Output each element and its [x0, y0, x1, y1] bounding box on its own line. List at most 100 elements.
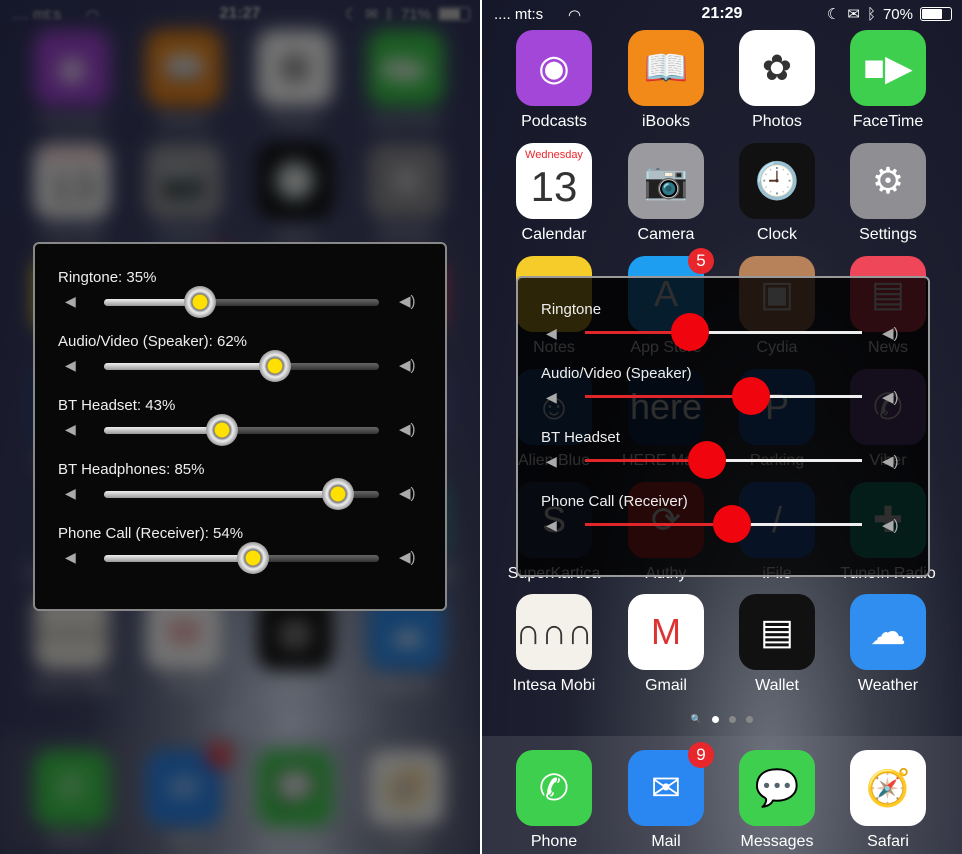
page-indicator[interactable]: 🔍	[0, 714, 480, 725]
ibooks-icon: 📖	[146, 30, 222, 106]
volume-slider[interactable]	[585, 505, 862, 543]
app-label: Mail	[169, 833, 199, 850]
slider-knob[interactable]	[236, 542, 269, 574]
app-phone[interactable]: ✆ Phone	[17, 750, 127, 851]
app-label: Clock	[756, 226, 797, 243]
app-gmail[interactable]: M Gmail	[611, 594, 721, 695]
icon-glyph: ■▶	[863, 47, 913, 88]
volume-slider[interactable]	[104, 542, 379, 574]
app-photos[interactable]: ✿ Photos	[722, 30, 832, 131]
app-facetime[interactable]: ■▶ FaceTime	[351, 30, 461, 131]
app-mail[interactable]: ✉ 9 Mail	[611, 742, 721, 851]
volume-slider[interactable]	[104, 478, 379, 510]
app-ibooks[interactable]: 📖 iBooks	[611, 30, 721, 131]
speaker-high-icon: ◀)	[882, 325, 899, 342]
icon-glyph: 🧭	[383, 767, 429, 808]
status-bar: .... mt:s ◠ 21:29 ☾ ✉ ᛒ 70%	[482, 0, 962, 28]
app-messages[interactable]: 💬 Messages	[722, 750, 832, 851]
app-weather[interactable]: ☁ Weather	[833, 594, 943, 695]
app-mail[interactable]: ✉ 9 Mail	[129, 742, 239, 851]
volume-label: BT Headset	[541, 429, 620, 446]
notification-badge: 9	[206, 742, 232, 768]
app-label: Weather	[375, 677, 437, 694]
slider-knob[interactable]	[206, 414, 239, 446]
volume-slider[interactable]	[104, 286, 379, 318]
notification-badge: 5	[688, 248, 714, 274]
app-label: Podcasts	[39, 113, 105, 130]
app-messages[interactable]: 💬 Messages	[240, 750, 350, 851]
volume-label: Audio/Video (Speaker)	[541, 365, 692, 382]
app-podcasts[interactable]: ◉ Podcasts	[499, 30, 609, 131]
app-wallet[interactable]: ▤ Wallet	[722, 594, 832, 695]
app-intesa-mobi[interactable]: ∩∩∩ Intesa Mobi	[499, 594, 609, 695]
app-camera[interactable]: 📷 Camera	[611, 143, 721, 244]
volume-slider[interactable]	[104, 414, 379, 446]
speaker-high-icon: ◀)	[399, 357, 416, 374]
slider-knob[interactable]	[321, 478, 354, 510]
app-safari[interactable]: 🧭 Safari	[351, 750, 461, 851]
mail-icon: ✉ 9	[628, 742, 714, 826]
icon-glyph: ▤	[759, 611, 794, 652]
dock: ✆ Phone ✉ 9 Mail 💬 Messages 🧭 Safari	[0, 736, 480, 854]
slider-knob[interactable]	[258, 350, 291, 382]
app-label: Settings	[859, 226, 917, 243]
app-label: iBooks	[641, 113, 691, 130]
volume-label: BT Headphones: 85%	[58, 461, 205, 478]
moon-icon: ☾	[826, 6, 841, 23]
camera-icon: 📷	[628, 143, 704, 219]
app-label: Gmail	[163, 677, 205, 694]
icon-glyph: ■▶	[381, 47, 431, 88]
slider-knob[interactable]	[687, 441, 726, 479]
app-settings[interactable]: ⚙ Settings	[351, 143, 461, 244]
slider-fill	[585, 523, 732, 526]
app-label: Messages	[258, 833, 332, 850]
app-clock[interactable]: 🕘 Clock	[722, 143, 832, 244]
icon-glyph: ✿	[761, 47, 793, 88]
app-safari[interactable]: 🧭 Safari	[833, 750, 943, 851]
wallet-icon: ▤	[739, 594, 815, 670]
app-ibooks[interactable]: 📖 iBooks	[129, 30, 239, 131]
weather-icon: ☁	[850, 594, 926, 670]
app-camera[interactable]: 📷 Camera	[129, 143, 239, 244]
volume-panel: Ringtone: 35% ◀ ◀) Audio/Video (Speaker): 6…	[33, 242, 447, 611]
app-photos[interactable]: ✿ Photos	[240, 30, 350, 131]
calendar-icon: 13 Wednesday	[516, 143, 592, 219]
slider-knob[interactable]	[671, 313, 710, 351]
volume-slider[interactable]	[104, 350, 379, 382]
slider-fill	[104, 363, 275, 370]
volume-slider[interactable]	[585, 377, 862, 415]
app-label: Gmail	[645, 677, 687, 694]
slider-knob[interactable]	[712, 505, 751, 543]
battery-icon	[438, 7, 470, 21]
slider-fill	[104, 555, 253, 562]
app-settings[interactable]: ⚙ Settings	[833, 143, 943, 244]
status-right: ☾ ✉ ᛒ 70%	[827, 5, 952, 23]
right-screen: ◉ Podcasts 📖 iBooks ✿ Photos ■▶ FaceTime 13 Wedne…	[482, 0, 962, 854]
status-bar: .... mt:s ◠ 21:27 ☾ ✉ ᛒ 71%	[0, 0, 480, 28]
battery-percent: 70%	[882, 5, 913, 23]
ibooks-icon: 📖	[628, 30, 704, 106]
icon-glyph: M	[651, 611, 681, 652]
safari-icon: 🧭	[850, 750, 926, 826]
icon-glyph: ✿	[279, 47, 311, 88]
app-phone[interactable]: ✆ Phone	[499, 750, 609, 851]
speaker-low-icon: ◀	[546, 517, 557, 533]
app-label: Phone	[530, 833, 578, 850]
app-calendar[interactable]: 13 Wednesday Calendar	[499, 143, 609, 244]
app-podcasts[interactable]: ◉ Podcasts	[17, 30, 127, 131]
settings-icon: ⚙	[850, 143, 926, 219]
slider-knob[interactable]	[184, 286, 217, 318]
speaker-high-icon: ◀)	[399, 485, 416, 502]
speaker-low-icon: ◀	[546, 453, 557, 469]
volume-slider[interactable]	[585, 441, 862, 479]
app-facetime[interactable]: ■▶ FaceTime	[833, 30, 943, 131]
app-label: Wallet	[755, 677, 799, 694]
page-indicator[interactable]: 🔍	[482, 714, 962, 725]
app-calendar[interactable]: 13 Wednesday Calendar	[17, 143, 127, 244]
volume-slider[interactable]	[585, 313, 862, 351]
slider-knob[interactable]	[732, 377, 771, 415]
clock-icon: 🕘	[257, 143, 333, 219]
app-clock[interactable]: 🕘 Clock	[240, 143, 350, 244]
photos-icon: ✿	[739, 30, 815, 106]
speaker-high-icon: ◀)	[882, 453, 899, 470]
